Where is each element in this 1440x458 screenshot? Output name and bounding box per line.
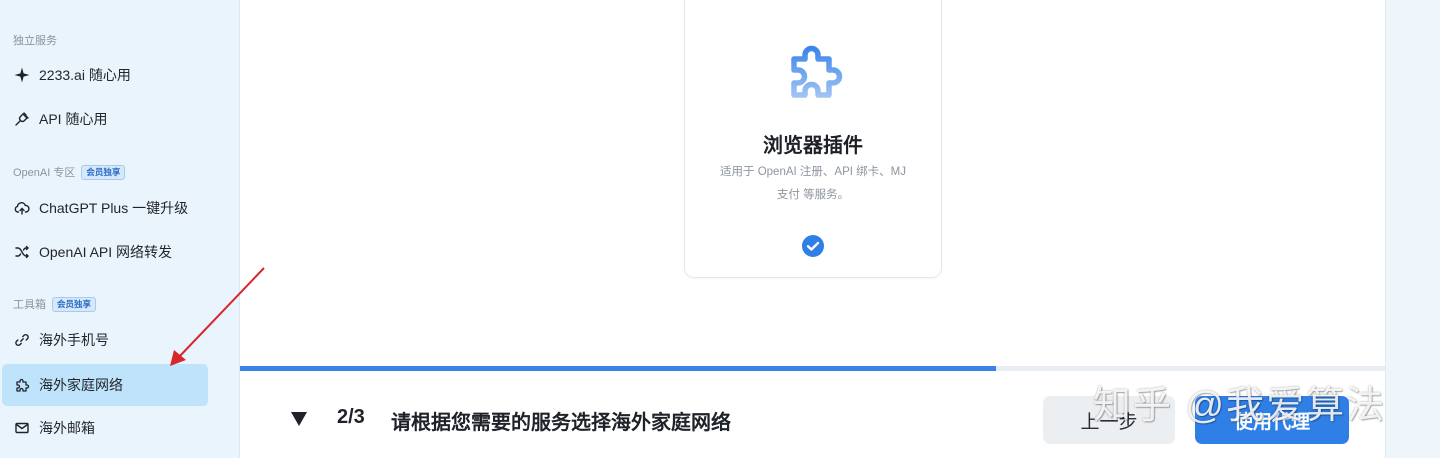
sidebar-item-label: 海外邮箱	[39, 420, 95, 436]
member-badge: 会员独享	[81, 164, 126, 180]
use-proxy-button[interactable]: 使用代理	[1195, 396, 1349, 444]
sidebar-item-openai-api[interactable]: OpenAI API 网络转发	[2, 231, 208, 273]
plug-icon	[14, 111, 30, 127]
step-counter: 2/3	[337, 406, 365, 428]
sidebar-item-overseas-phone[interactable]: 海外手机号	[2, 319, 208, 361]
sidebar-item-label: API 随心用	[39, 111, 108, 127]
sidebar-item-2233-ai[interactable]: 2233.ai 随心用	[2, 54, 208, 96]
link-icon	[14, 332, 30, 348]
section-title-independent: 独立服务	[13, 35, 57, 47]
sidebar-item-overseas-email[interactable]: 海外邮箱	[2, 407, 208, 449]
puzzle-icon	[14, 377, 30, 393]
card-description: 适用于 OpenAI 注册、API 绑卡、MJ 支付 等服务。	[720, 166, 906, 201]
sidebar-item-label: 海外手机号	[39, 332, 109, 348]
progress-bar	[240, 366, 1385, 371]
shuffle-icon	[14, 244, 30, 260]
step-instruction: 请根据您需要的服务选择海外家庭网络	[391, 412, 731, 434]
sidebar-item-overseas-home-network[interactable]: 海外家庭网络	[2, 364, 208, 406]
right-panel	[1385, 0, 1440, 458]
sidebar-item-chatgpt-plus[interactable]: ChatGPT Plus 一键升级	[2, 187, 208, 229]
sidebar-item-label: 2233.ai 随心用	[39, 67, 131, 83]
previous-step-button[interactable]: 上一步	[1043, 396, 1175, 444]
sidebar-item-label: OpenAI API 网络转发	[39, 244, 173, 260]
triangle-down-icon	[291, 412, 307, 426]
sidebar-item-label: ChatGPT Plus 一键升级	[39, 200, 189, 216]
sidebar-item-label: 海外家庭网络	[39, 377, 123, 393]
progress-fill	[240, 366, 996, 371]
member-badge: 会员独享	[52, 296, 97, 312]
browser-plugin-card[interactable]: 浏览器插件 适用于 OpenAI 注册、API 绑卡、MJ 支付 等服务。	[684, 0, 942, 278]
card-title: 浏览器插件	[763, 135, 863, 157]
section-title-openai: OpenAI 专区 会员独享	[13, 164, 126, 180]
puzzle-icon	[791, 45, 843, 98]
section-title-tools: 工具箱 会员独享	[13, 296, 97, 312]
mail-icon	[14, 420, 30, 436]
check-circle-icon	[802, 235, 824, 257]
cloud-upload-icon	[14, 200, 30, 216]
sparkle-icon	[14, 67, 30, 83]
sidebar-item-api[interactable]: API 随心用	[2, 98, 208, 140]
sidebar: 独立服务 2233.ai 随心用 API 随心用 OpenAI 专区 会员独享 …	[0, 0, 240, 458]
main-content: 浏览器插件 适用于 OpenAI 注册、API 绑卡、MJ 支付 等服务。 2/…	[240, 0, 1385, 458]
